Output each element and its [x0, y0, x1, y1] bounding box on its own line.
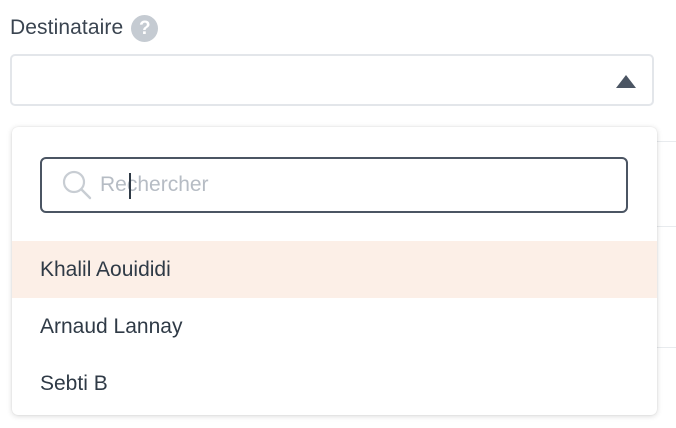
option-list: Khalil Aouididi Arnaud Lannay Sebti B — [12, 241, 657, 412]
recipient-dropdown: Khalil Aouididi Arnaud Lannay Sebti B — [12, 127, 657, 415]
search-icon — [62, 170, 92, 200]
option-label: Sebti B — [40, 371, 108, 395]
option-item[interactable]: Sebti B — [12, 355, 657, 412]
field-label-row: Destinataire ? — [10, 14, 159, 42]
option-label: Khalil Aouididi — [40, 257, 171, 281]
text-cursor — [129, 173, 131, 199]
field-label: Destinataire — [10, 16, 124, 39]
recipient-select-screen: Destinataire ? Khalil Aouididi Arnaud La… — [0, 0, 676, 428]
option-item[interactable]: Khalil Aouididi — [12, 241, 657, 298]
question-circle-icon[interactable]: ? — [131, 14, 159, 42]
search-field[interactable] — [40, 157, 628, 213]
recipient-select[interactable] — [10, 54, 654, 106]
search-input[interactable] — [100, 165, 626, 205]
caret-up-icon[interactable] — [616, 75, 636, 88]
option-label: Arnaud Lannay — [40, 314, 183, 338]
option-item[interactable]: Arnaud Lannay — [12, 298, 657, 355]
